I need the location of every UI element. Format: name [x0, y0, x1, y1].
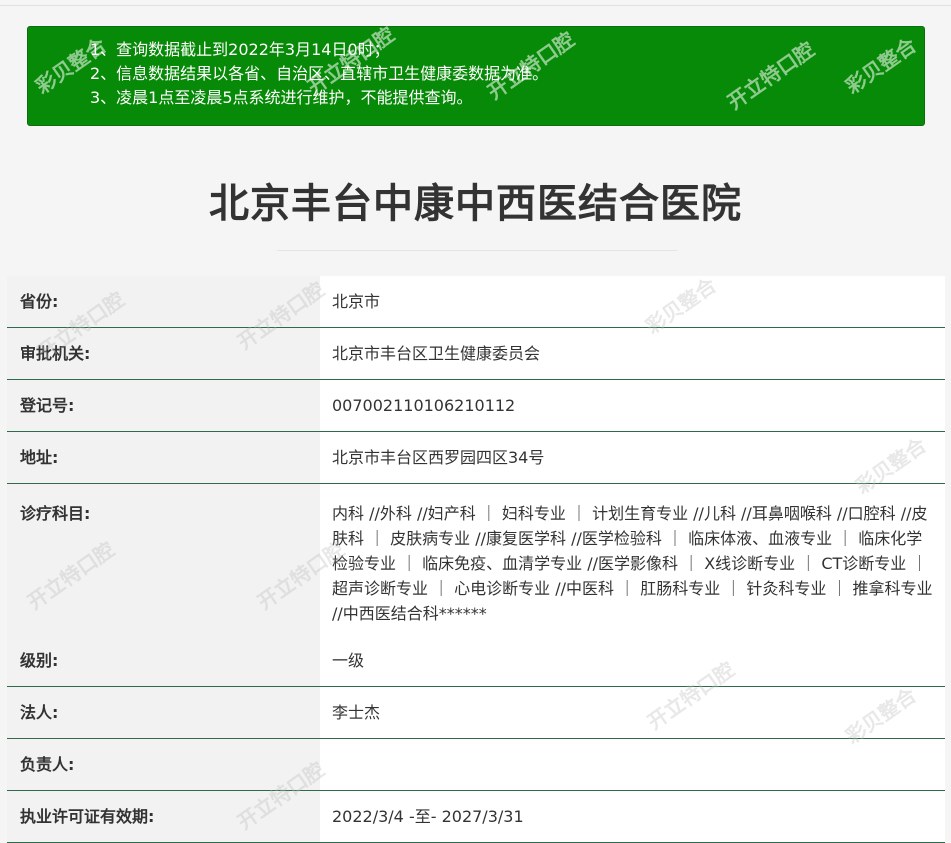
- row-value: 北京市丰台区西罗园四区34号: [320, 432, 945, 483]
- notice-line-2: 2、信息数据结果以各省、自治区、直辖市卫生健康委数据为准。: [90, 64, 549, 83]
- row-registration-number: 登记号: 007002110106210112: [7, 380, 945, 432]
- query-notice-banner: 1、查询数据截止到2022年3月14日0时； 2、信息数据结果以各省、自治区、直…: [27, 26, 925, 126]
- row-value: 李士杰: [320, 687, 945, 738]
- row-departments: 诊疗科目: 内科 //外科 //妇产科 ｜ 妇科专业 ｜ 计划生育专业 //儿科…: [7, 484, 945, 635]
- row-label: 地址:: [7, 432, 320, 483]
- row-province: 省份: 北京市: [7, 276, 945, 328]
- row-label: 诊疗科目:: [7, 484, 320, 635]
- row-person-in-charge: 负责人:: [7, 739, 945, 791]
- notice-line-1: 1、查询数据截止到2022年3月14日0时；: [90, 40, 390, 59]
- row-label: 审批机关:: [7, 328, 320, 379]
- row-value: 007002110106210112: [320, 380, 945, 431]
- row-value: 一级: [320, 635, 945, 686]
- row-label: 登记号:: [7, 380, 320, 431]
- notice-line-3: 3、凌晨1点至凌晨5点系统进行维护，不能提供查询。: [90, 88, 473, 107]
- row-address: 地址: 北京市丰台区西罗园四区34号: [7, 432, 945, 484]
- row-value: 2022/3/4 -至- 2027/3/31: [320, 791, 945, 842]
- title-divider: [277, 250, 677, 251]
- row-value: [320, 739, 945, 790]
- row-label: 级别:: [7, 635, 320, 686]
- hospital-info-table: 省份: 北京市 审批机关: 北京市丰台区卫生健康委员会 登记号: 0070021…: [7, 276, 945, 843]
- row-label: 负责人:: [7, 739, 320, 790]
- row-label: 法人:: [7, 687, 320, 738]
- row-legal-representative: 法人: 李士杰: [7, 687, 945, 739]
- hospital-title: 北京丰台中康中西医结合医院: [209, 181, 742, 227]
- row-value: 北京市丰台区卫生健康委员会: [320, 328, 945, 379]
- row-license-validity: 执业许可证有效期: 2022/3/4 -至- 2027/3/31: [7, 791, 945, 843]
- row-label: 省份:: [7, 276, 320, 327]
- row-value: 北京市: [320, 276, 945, 327]
- top-divider: [0, 5, 951, 6]
- row-value: 内科 //外科 //妇产科 ｜ 妇科专业 ｜ 计划生育专业 //儿科 //耳鼻咽…: [320, 484, 945, 635]
- row-label: 执业许可证有效期:: [7, 791, 320, 842]
- row-approval-authority: 审批机关: 北京市丰台区卫生健康委员会: [7, 328, 945, 380]
- row-level: 级别: 一级: [7, 635, 945, 687]
